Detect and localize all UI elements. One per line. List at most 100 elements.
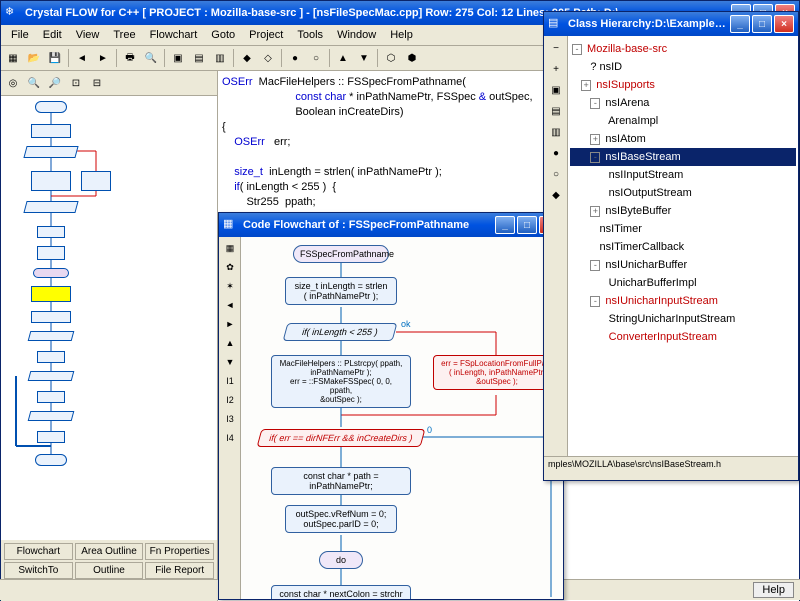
- btn-file-report[interactable]: File Report: [145, 562, 214, 579]
- tool-i[interactable]: ▼: [354, 48, 374, 68]
- tool-h[interactable]: ▲: [333, 48, 353, 68]
- fc-d1[interactable]: if( inLength < 255 ): [283, 323, 398, 341]
- ltool-4[interactable]: ⊟: [87, 73, 107, 93]
- tool-find[interactable]: 🔍: [141, 48, 161, 68]
- tree-item[interactable]: - nsIArena: [570, 94, 796, 112]
- menu-flowchart[interactable]: Flowchart: [144, 27, 204, 43]
- flow-maximize-button[interactable]: □: [517, 216, 537, 234]
- ltool-3[interactable]: ⊡: [66, 73, 86, 93]
- menu-edit[interactable]: Edit: [37, 27, 68, 43]
- menu-view[interactable]: View: [70, 27, 106, 43]
- menu-window[interactable]: Window: [331, 27, 382, 43]
- htool-b[interactable]: +: [546, 59, 566, 79]
- tool-print[interactable]: 🖶: [120, 48, 140, 68]
- fc-n1[interactable]: size_t inLength = strlen ( inPathNamePtr…: [285, 277, 397, 305]
- btn-area-outline[interactable]: Area Outline: [75, 543, 144, 560]
- htool-c[interactable]: ▣: [546, 80, 566, 100]
- menu-help[interactable]: Help: [384, 27, 419, 43]
- ftool-e[interactable]: ►: [221, 315, 239, 333]
- tree-item[interactable]: nsIInputStream: [570, 166, 796, 184]
- tool-c[interactable]: ▥: [210, 48, 230, 68]
- tree-item[interactable]: ArenaImpl: [570, 112, 796, 130]
- fc-start[interactable]: FSSpecFromPathname: [293, 245, 389, 263]
- ftool-b[interactable]: ✿: [221, 258, 239, 276]
- btn-switchto[interactable]: SwitchTo: [4, 562, 73, 579]
- fc-n3[interactable]: err = FSpLocationFromFullPath ( inLength…: [433, 355, 561, 390]
- tool-a[interactable]: ▣: [168, 48, 188, 68]
- tool-save[interactable]: 💾: [45, 48, 65, 68]
- tree-item[interactable]: UnicharBufferImpl: [570, 274, 796, 292]
- tree-item[interactable]: - nsIBaseStream: [570, 148, 796, 166]
- tree-item[interactable]: nsIOutputStream: [570, 184, 796, 202]
- hierarchy-window: ▤ Class Hierarchy:D:\Examples\Projects\C…: [543, 11, 799, 481]
- flow-icon: ▦: [223, 217, 239, 233]
- flow-minimize-button[interactable]: _: [495, 216, 515, 234]
- flevel-3[interactable]: I3: [221, 410, 239, 428]
- htool-d[interactable]: ▤: [546, 101, 566, 121]
- ftool-a[interactable]: ▦: [221, 239, 239, 257]
- htool-a[interactable]: −: [546, 38, 566, 58]
- ftool-c[interactable]: ✶: [221, 277, 239, 295]
- ftool-d[interactable]: ◄: [221, 296, 239, 314]
- left-toolbar: ◎ 🔍 🔎 ⊡ ⊟: [1, 71, 217, 96]
- tool-j[interactable]: ⬡: [381, 48, 401, 68]
- fc-loop[interactable]: do: [319, 551, 363, 569]
- menu-tree[interactable]: Tree: [107, 27, 141, 43]
- tree-item[interactable]: nsITimerCallback: [570, 238, 796, 256]
- hier-minimize-button[interactable]: _: [730, 15, 750, 33]
- tool-k[interactable]: ⬢: [402, 48, 422, 68]
- hier-tree[interactable]: - Mozilla-base-src ? nsID + nsISupports …: [568, 36, 798, 456]
- menu-goto[interactable]: Goto: [205, 27, 241, 43]
- flow-canvas[interactable]: FSSpecFromPathname size_t inLength = str…: [241, 237, 563, 599]
- menu-file[interactable]: File: [5, 27, 35, 43]
- menu-project[interactable]: Project: [243, 27, 289, 43]
- tree-item[interactable]: - nsIUnicharBuffer: [570, 256, 796, 274]
- ltool-2[interactable]: 🔎: [45, 73, 65, 93]
- tool-new[interactable]: ▦: [3, 48, 23, 68]
- tree-item[interactable]: ? nsID: [570, 58, 796, 76]
- htool-e[interactable]: ▥: [546, 122, 566, 142]
- btn-fn-properties[interactable]: Fn Properties: [145, 543, 214, 560]
- tree-item[interactable]: nsITimer: [570, 220, 796, 238]
- tree-item[interactable]: + nsIByteBuffer: [570, 202, 796, 220]
- btn-flowchart[interactable]: Flowchart: [4, 543, 73, 560]
- ftool-g[interactable]: ▼: [221, 353, 239, 371]
- tool-open[interactable]: 📂: [24, 48, 44, 68]
- mini-flowchart[interactable]: [1, 96, 217, 540]
- tree-item[interactable]: + nsIAtom: [570, 130, 796, 148]
- fc-n6[interactable]: const char * nextColon = strchr: [271, 585, 411, 599]
- hier-maximize-button[interactable]: □: [752, 15, 772, 33]
- flow-titlebar[interactable]: ▦ Code Flowchart of : FSSpecFromPathname…: [219, 213, 563, 237]
- btn-outline[interactable]: Outline: [75, 562, 144, 579]
- tool-d[interactable]: ◆: [237, 48, 257, 68]
- tree-item[interactable]: ConverterInputStream: [570, 328, 796, 346]
- flevel-1[interactable]: I1: [221, 372, 239, 390]
- htool-g[interactable]: ○: [546, 164, 566, 184]
- tool-back[interactable]: ◄: [72, 48, 92, 68]
- htool-h[interactable]: ◆: [546, 185, 566, 205]
- tool-g[interactable]: ○: [306, 48, 326, 68]
- hier-title: Class Hierarchy:D:\Examples\Projects\Cry…: [568, 18, 730, 30]
- tool-fwd[interactable]: ►: [93, 48, 113, 68]
- flevel-4[interactable]: I4: [221, 429, 239, 447]
- menu-tools[interactable]: Tools: [291, 27, 329, 43]
- ftool-f[interactable]: ▲: [221, 334, 239, 352]
- tool-e[interactable]: ◇: [258, 48, 278, 68]
- hier-titlebar[interactable]: ▤ Class Hierarchy:D:\Examples\Projects\C…: [544, 12, 798, 36]
- fc-n2[interactable]: MacFileHelpers :: PLstrcpy( ppath, inPat…: [271, 355, 411, 408]
- tree-item[interactable]: StringUnicharInputStream: [570, 310, 796, 328]
- ltool-0[interactable]: ◎: [3, 73, 23, 93]
- status-help-button[interactable]: Help: [753, 582, 794, 598]
- htool-f[interactable]: ●: [546, 143, 566, 163]
- ltool-1[interactable]: 🔍: [24, 73, 44, 93]
- tree-item[interactable]: - Mozilla-base-src: [570, 40, 796, 58]
- tree-item[interactable]: + nsISupports: [570, 76, 796, 94]
- tool-f[interactable]: ●: [285, 48, 305, 68]
- flevel-2[interactable]: I2: [221, 391, 239, 409]
- tree-item[interactable]: - nsIUnicharInputStream: [570, 292, 796, 310]
- hier-close-button[interactable]: ×: [774, 15, 794, 33]
- fc-d2[interactable]: if( err == dirNFErr && inCreateDirs ): [257, 429, 426, 447]
- fc-n4[interactable]: const char * path = inPathNamePtr;: [271, 467, 411, 495]
- fc-n5[interactable]: outSpec.vRefNum = 0; outSpec.parID = 0;: [285, 505, 397, 533]
- tool-b[interactable]: ▤: [189, 48, 209, 68]
